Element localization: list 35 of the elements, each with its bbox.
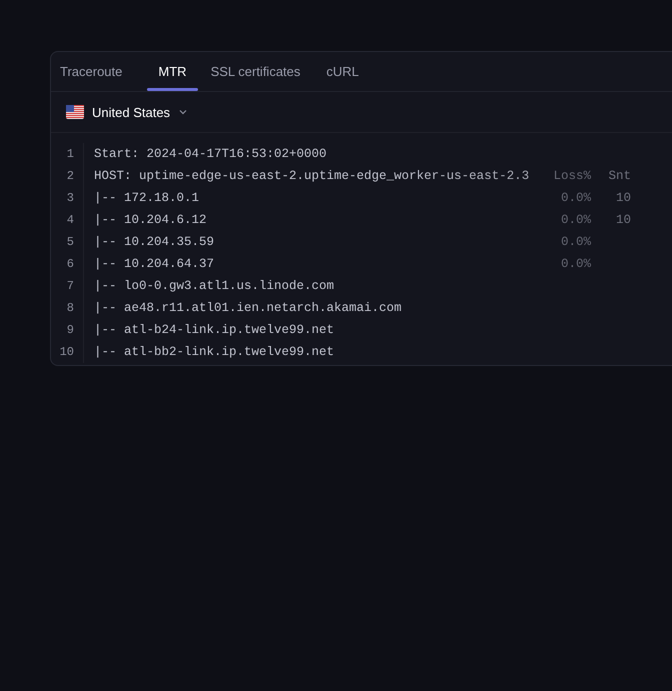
- output-line: |-- lo0-0.gw3.atl1.us.linode.com: [94, 279, 334, 293]
- tab[interactable]: MTR: [147, 52, 198, 91]
- loss-value: 0.0%: [560, 212, 591, 229]
- line-number: 6: [66, 256, 75, 273]
- output-line: |-- 10.204.35.59: [94, 235, 214, 249]
- line-number: 7: [66, 278, 75, 295]
- location-dropdown[interactable]: United States: [66, 104, 188, 120]
- sent-value: 10: [614, 190, 631, 207]
- caret-icon: [178, 107, 188, 117]
- line-number: 8: [66, 300, 75, 317]
- loss-value: Loss%: [552, 168, 591, 185]
- tab[interactable]: cURL: [325, 52, 372, 91]
- line-number: 5: [66, 234, 75, 251]
- line-number: 3: [66, 190, 75, 207]
- loss-value: 0.0%: [560, 256, 591, 273]
- output-line: |-- 10.204.64.37: [94, 257, 214, 271]
- output-line: |-- 10.204.6.12: [94, 213, 207, 227]
- line-number: 4: [66, 212, 75, 229]
- flag-icon: [66, 105, 84, 119]
- tab[interactable]: Traceroute: [59, 52, 136, 91]
- sent-value: 10: [614, 212, 631, 229]
- output-line: |-- 172.18.0.1: [94, 191, 200, 205]
- output-line: Start: 2024-04-17T16:53:02+0000: [94, 147, 327, 161]
- line-number: 2: [66, 168, 75, 185]
- output-line: HOST: uptime-edge-us-east-2.uptime-edge_worker-us-east-2.3: [94, 169, 530, 183]
- loss-value: 0.0%: [560, 190, 591, 207]
- line-number: 1: [66, 146, 75, 163]
- output-line: |-- atl-bb2-link.ip.twelve99.net: [94, 345, 334, 359]
- sent-value: Snt: [607, 168, 631, 185]
- output-line: |-- atl-b24-link.ip.twelve99.net: [94, 323, 334, 337]
- line-number: 10: [58, 344, 75, 361]
- tab[interactable]: SSL certificates: [210, 52, 314, 91]
- line-number: 9: [66, 322, 75, 339]
- output-line: |-- ae48.r11.atl01.ien.netarch.akamai.com: [94, 301, 402, 315]
- loss-value: 0.0%: [560, 234, 591, 251]
